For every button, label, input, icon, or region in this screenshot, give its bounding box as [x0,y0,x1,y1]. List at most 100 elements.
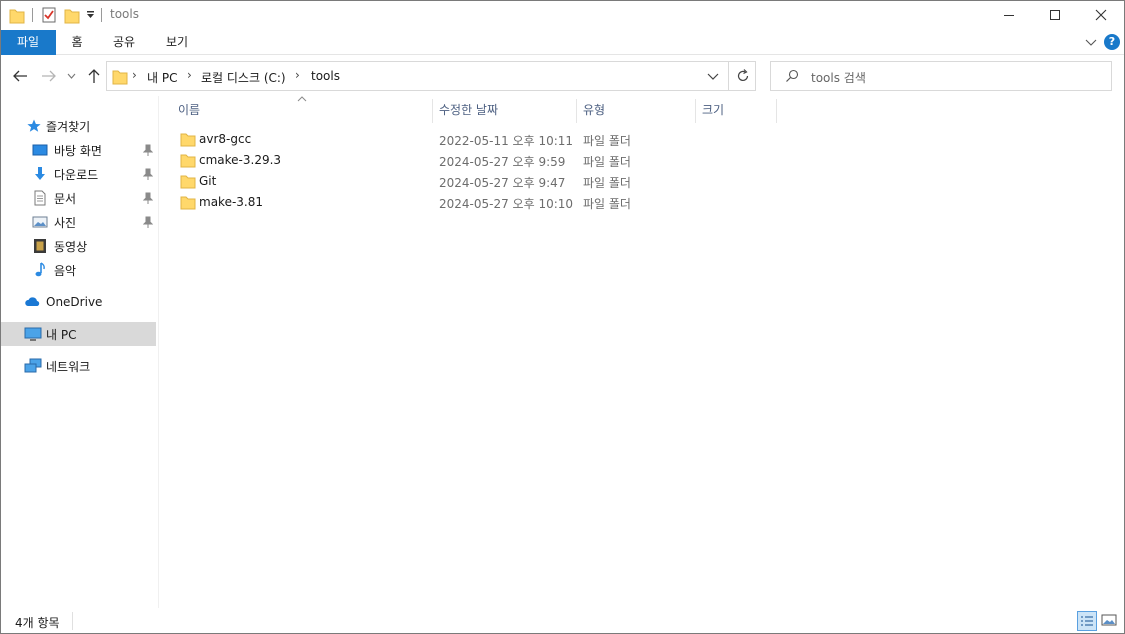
nav-item-videos[interactable]: 동영상 [0,234,156,258]
file-name: avr8-gcc [199,132,252,146]
tab-file[interactable]: 파일 [0,30,56,55]
search-box[interactable]: tools 검색 [770,61,1112,91]
column-header-name[interactable]: 이름 [172,98,432,122]
nav-label: 사진 [54,215,77,230]
large-icons-view-button[interactable] [1100,611,1120,631]
nav-label: 음악 [54,263,77,278]
title-bar [1,1,1124,30]
music-icon [35,262,45,277]
nav-item-desktop[interactable]: 바탕 화면 [0,138,156,162]
pin-icon[interactable] [143,216,153,228]
nav-label: 즐겨찾기 [46,119,91,134]
large-icons-view-icon [1101,614,1117,626]
address-bar[interactable]: › 내 PC › 로컬 디스크 (C:) › tools [106,61,756,91]
star-icon [27,119,41,132]
window-frame [0,0,1125,634]
help-button[interactable]: ? [1104,34,1120,50]
file-date: 2024-05-27 오후 9:47 [439,176,566,190]
column-header-type[interactable]: 유형 [577,98,695,122]
breadcrumb-tools[interactable]: tools [311,69,340,83]
customize-qat-icon[interactable] [86,10,95,20]
nav-label: OneDrive [46,295,103,309]
pin-icon[interactable] [143,192,153,204]
nav-this-pc[interactable]: 내 PC [0,322,156,346]
pin-icon[interactable] [143,168,153,180]
file-row[interactable]: avr8-gcc 2022-05-11 오후 10:11 파일 폴더 [170,129,650,150]
forward-button[interactable] [39,66,59,86]
nav-label: 바탕 화면 [54,143,102,158]
folder-icon [180,133,196,147]
search-input[interactable]: tools 검색 [811,69,866,86]
tab-view[interactable]: 보기 [155,30,199,55]
properties-icon[interactable] [42,7,56,23]
nav-item-pictures[interactable]: 사진 [0,210,156,234]
details-view-button[interactable] [1077,611,1097,631]
file-type: 파일 폴더 [583,134,631,148]
new-folder-icon[interactable] [64,6,80,24]
file-type: 파일 폴더 [583,176,631,190]
refresh-icon[interactable] [735,68,751,84]
tab-home[interactable]: 홈 [60,30,94,55]
file-type: 파일 폴더 [583,155,631,169]
nav-label: 네트워크 [46,359,91,374]
file-row[interactable]: cmake-3.29.3 2024-05-27 오후 9:59 파일 폴더 [170,150,650,171]
file-name: make-3.81 [199,195,263,209]
video-icon [34,239,46,253]
window-title: tools [110,7,139,21]
computer-icon [24,327,42,341]
folder-icon [180,154,196,168]
breadcrumb-separator[interactable]: › [187,68,192,82]
nav-label: 내 PC [46,327,77,342]
nav-onedrive[interactable]: OneDrive [0,290,156,314]
tab-share[interactable]: 공유 [102,30,146,55]
folder-icon [180,175,196,189]
address-history-icon[interactable] [707,72,719,81]
file-type: 파일 폴더 [583,197,631,211]
column-divider[interactable] [776,99,777,123]
nav-label: 문서 [54,191,77,206]
nav-item-downloads[interactable]: 다운로드 [0,162,156,186]
up-arrow-icon [88,69,100,83]
recent-locations-button[interactable] [64,66,78,86]
chevron-down-icon [67,73,75,79]
nav-label: 다운로드 [54,167,99,182]
maximize-button[interactable] [1032,0,1078,30]
nav-network[interactable]: 네트워크 [0,354,156,378]
network-icon [24,358,42,373]
back-button[interactable] [10,66,30,86]
minimize-button[interactable] [986,0,1032,30]
close-button[interactable] [1078,0,1124,30]
status-divider [72,612,73,630]
minimize-icon [1004,15,1014,16]
file-row[interactable]: make-3.81 2024-05-27 오후 10:10 파일 폴더 [170,192,650,213]
breadcrumb-local-disk[interactable]: 로컬 디스크 (C:) [201,69,286,86]
file-row[interactable]: Git 2024-05-27 오후 9:47 파일 폴더 [170,171,650,192]
folder-icon [9,9,25,24]
file-date: 2024-05-27 오후 9:59 [439,155,566,169]
onedrive-icon [25,297,40,306]
item-count: 4개 항목 [15,616,60,630]
file-name: Git [199,174,217,188]
breadcrumb-separator[interactable]: › [132,68,137,82]
download-icon [35,167,45,180]
nav-item-documents[interactable]: 문서 [0,186,156,210]
breadcrumb-separator[interactable]: › [295,68,300,82]
title-separator [101,8,102,22]
up-button[interactable] [84,66,104,86]
maximize-icon [1050,10,1060,20]
qat-separator [32,8,33,22]
file-date: 2024-05-27 오후 10:10 [439,197,574,211]
back-arrow-icon [13,70,27,82]
breadcrumb-this-pc[interactable]: 내 PC [147,69,177,86]
pane-splitter[interactable] [158,96,159,608]
nav-quick-access[interactable]: 즐겨찾기 [0,114,156,138]
pin-icon[interactable] [143,144,153,156]
column-header-date[interactable]: 수정한 날짜 [433,98,576,122]
folder-icon [180,196,196,210]
status-bar: 4개 항목 [1,608,1124,633]
address-divider [728,62,729,90]
nav-item-music[interactable]: 음악 [0,258,156,282]
document-icon [34,190,46,206]
expand-ribbon-icon[interactable] [1085,38,1097,48]
column-header-size[interactable]: 크기 [696,98,776,122]
